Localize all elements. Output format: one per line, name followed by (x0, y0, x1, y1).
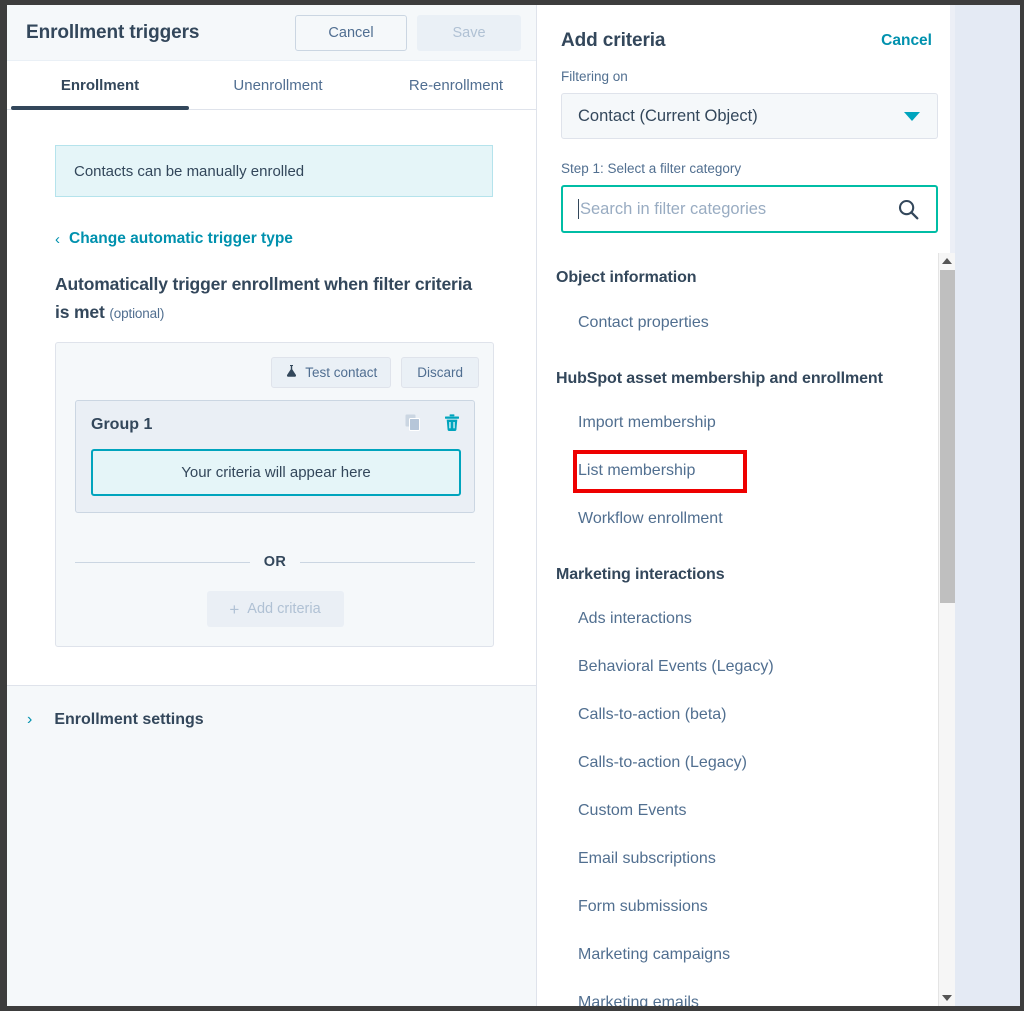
add-criteria-header: Add criteria Cancel Filtering on Contact… (537, 5, 950, 241)
optional-tag: (optional) (109, 306, 165, 321)
change-trigger-type-label: Change automatic trigger type (69, 230, 293, 247)
list-item-workflow-enrollment[interactable]: Workflow enrollment (578, 510, 723, 528)
add-criteria-button[interactable]: + Add criteria (206, 591, 344, 627)
criteria-group: Group 1 Your criteria will appear here (75, 400, 475, 513)
scrollbar-thumb[interactable] (940, 270, 955, 603)
tab-bar: Enrollment Unenrollment Re-enrollment (7, 61, 536, 110)
group-heading-object-information: Object information (556, 269, 697, 286)
list-item-marketing-emails[interactable]: Marketing emails (578, 994, 699, 1006)
list-item-list-membership[interactable]: List membership (578, 462, 695, 480)
search-placeholder: Search in filter categories (580, 199, 767, 218)
list-item-ads-interactions[interactable]: Ads interactions (578, 610, 692, 628)
tab-enrollment[interactable]: Enrollment (11, 61, 189, 109)
chevron-down-icon (904, 111, 920, 121)
or-line-right (300, 561, 475, 563)
list-item-import-membership[interactable]: Import membership (578, 414, 716, 432)
add-criteria-title: Add criteria (561, 30, 666, 51)
add-criteria-panel: Add criteria Cancel Filtering on Contact… (536, 5, 950, 1006)
tab-re-enrollment[interactable]: Re-enrollment (367, 61, 536, 109)
copy-icon[interactable] (405, 414, 422, 437)
or-divider: OR (75, 553, 475, 571)
group-heading-marketing-interactions: Marketing interactions (556, 566, 725, 583)
trash-icon[interactable] (444, 414, 460, 437)
criteria-builder-card: Test contact Discard Group 1 Your criter… (55, 342, 494, 647)
save-button[interactable]: Save (417, 14, 521, 51)
header-actions: Cancel Save (295, 14, 521, 51)
page-background-gutter (955, 5, 1020, 1006)
add-criteria-label: Add criteria (247, 601, 321, 617)
or-label: OR (263, 554, 287, 570)
or-line-left (75, 561, 250, 563)
list-item-email-subscriptions[interactable]: Email subscriptions (578, 850, 716, 868)
criteria-placeholder[interactable]: Your criteria will appear here (91, 449, 461, 496)
test-contact-button[interactable]: Test contact (271, 357, 392, 388)
enrollment-settings-label: Enrollment settings (54, 711, 204, 728)
chevron-right-icon: › (27, 711, 33, 728)
filtering-on-value: Contact (Current Object) (578, 106, 758, 125)
filter-list-scrollbar[interactable] (938, 253, 955, 1006)
group-title: Group 1 (91, 416, 153, 433)
list-item-custom-events[interactable]: Custom Events (578, 802, 686, 820)
app-window: Enrollment triggers Cancel Save Enrollme… (0, 0, 1024, 1011)
list-item-calls-to-action-beta[interactable]: Calls-to-action (beta) (578, 706, 727, 724)
step1-label: Step 1: Select a filter category (561, 161, 742, 176)
chevron-left-icon: ‹ (55, 230, 60, 248)
criteria-toolbar: Test contact Discard (271, 357, 479, 388)
scroll-down-arrow-icon[interactable] (939, 990, 955, 1006)
scroll-up-arrow-icon[interactable] (939, 253, 955, 269)
panel-header: Enrollment triggers Cancel Save (7, 5, 536, 61)
group-actions (405, 414, 460, 437)
list-item-marketing-campaigns[interactable]: Marketing campaigns (578, 946, 730, 964)
filter-category-search[interactable]: Search in filter categories (561, 185, 938, 233)
add-criteria-cancel-link[interactable]: Cancel (881, 32, 932, 50)
tab-unenrollment[interactable]: Unenrollment (189, 61, 367, 109)
enrollment-triggers-panel: Enrollment triggers Cancel Save Enrollme… (7, 5, 536, 1006)
panel-footer: › Enrollment settings (7, 685, 536, 1006)
flask-icon (285, 364, 298, 381)
cancel-button[interactable]: Cancel (295, 14, 407, 51)
page-title: Enrollment triggers (26, 21, 200, 43)
enrollment-tab-content: Contacts can be manually enrolled ‹ Chan… (7, 110, 536, 685)
manual-enrollment-banner: Contacts can be manually enrolled (55, 145, 493, 197)
filter-category-list: Object information Contact properties Hu… (537, 253, 931, 1006)
list-item-contact-properties[interactable]: Contact properties (578, 314, 709, 332)
filtering-on-label: Filtering on (561, 69, 628, 84)
filtering-on-select[interactable]: Contact (Current Object) (561, 93, 938, 139)
auto-trigger-heading: Automatically trigger enrollment when fi… (55, 270, 480, 328)
enrollment-settings-accordion[interactable]: › Enrollment settings (27, 711, 204, 729)
text-cursor (578, 199, 579, 219)
group-heading-hubspot-asset-membership: HubSpot asset membership and enrollment (556, 370, 883, 387)
list-item-form-submissions[interactable]: Form submissions (578, 898, 708, 916)
test-contact-label: Test contact (305, 365, 378, 380)
discard-button[interactable]: Discard (401, 357, 479, 388)
search-icon (898, 199, 919, 220)
change-trigger-type-link[interactable]: ‹ Change automatic trigger type (55, 230, 293, 248)
banner-text: Contacts can be manually enrolled (74, 162, 305, 180)
list-item-calls-to-action-legacy[interactable]: Calls-to-action (Legacy) (578, 754, 747, 772)
plus-icon: + (229, 599, 240, 619)
list-item-behavioral-events-legacy[interactable]: Behavioral Events (Legacy) (578, 658, 774, 676)
